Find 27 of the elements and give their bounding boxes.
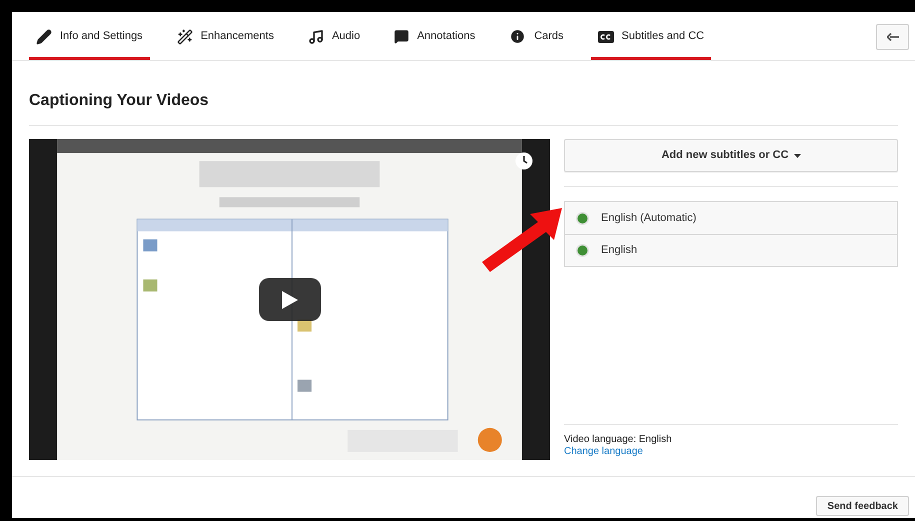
page-title: Captioning Your Videos — [29, 61, 898, 126]
speech-bubble-icon — [394, 29, 410, 44]
closed-captions-icon — [598, 30, 614, 42]
status-dot-icon — [576, 212, 589, 224]
change-language-link[interactable]: Change language — [564, 446, 643, 457]
clock-icon — [515, 152, 533, 170]
pencil-icon — [36, 28, 52, 44]
back-arrow-icon — [886, 33, 898, 41]
video-language-text: Video language: English — [564, 434, 673, 446]
music-note-icon — [308, 28, 324, 44]
subtitle-track-row[interactable]: English (Automatic) — [565, 202, 897, 234]
magic-wand-icon — [176, 28, 193, 44]
add-subtitles-button[interactable]: Add new subtitles or CC — [564, 139, 898, 172]
subtitle-track-row[interactable]: English — [565, 234, 897, 266]
info-icon — [509, 28, 526, 45]
tab[interactable]: Enhancements — [170, 16, 281, 60]
back-button[interactable] — [876, 24, 909, 50]
tab[interactable]: Audio — [300, 16, 368, 60]
status-dot-icon — [576, 244, 589, 257]
tab[interactable]: Cards — [502, 16, 571, 60]
tab[interactable]: Subtitles and CC — [590, 16, 712, 60]
play-icon — [282, 290, 298, 308]
send-feedback-button[interactable]: Send feedback — [816, 496, 909, 516]
tab[interactable]: Annotations — [387, 16, 482, 60]
play-button[interactable] — [259, 278, 321, 321]
caret-icon — [794, 154, 801, 158]
tab[interactable]: Info and Settings — [29, 16, 150, 60]
